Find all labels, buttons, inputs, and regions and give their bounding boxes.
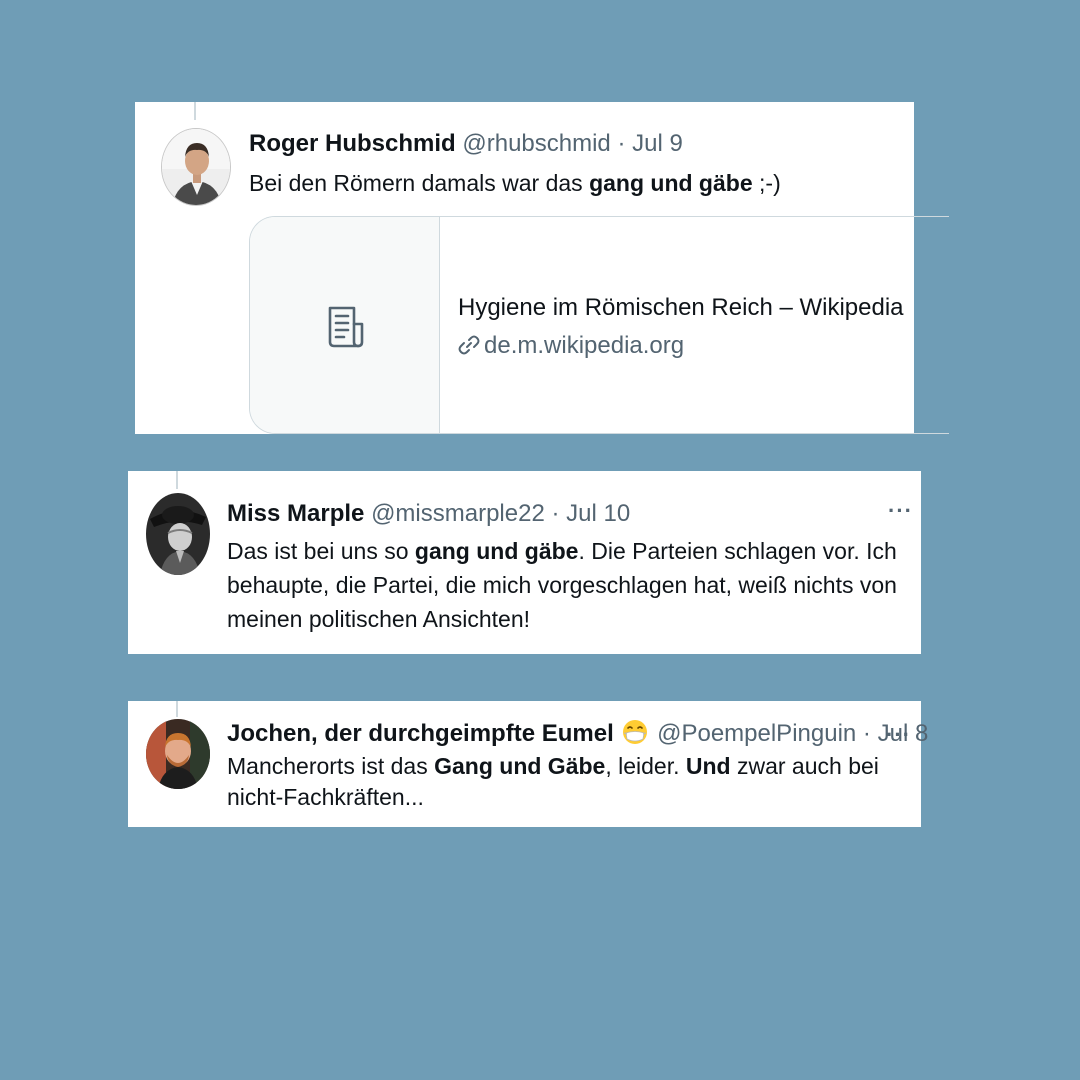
meta-separator: ·	[617, 130, 626, 157]
thread-line	[194, 102, 196, 120]
meta-separator: ·	[551, 500, 560, 527]
author-name[interactable]: Roger Hubschmid	[249, 130, 456, 157]
document-icon	[326, 305, 366, 354]
tweet-text-part: ;-)	[752, 170, 781, 196]
meta-separator: ·	[862, 720, 871, 747]
tweet-header: Roger Hubschmid @rhubschmid · Jul 9	[249, 129, 683, 159]
thread-line	[176, 471, 178, 489]
tweet-text-bold: Und	[685, 753, 731, 779]
author-name[interactable]: Miss Marple	[227, 500, 364, 527]
link-preview-card[interactable]: Hygiene im Römischen Reich – Wikipedia d…	[249, 216, 949, 434]
link-icon	[458, 334, 480, 364]
face-with-medical-mask-emoji-icon	[622, 719, 648, 753]
tweet-card-roger[interactable]: Roger Hubschmid @rhubschmid · Jul 9 Bei …	[135, 102, 949, 434]
author-handle[interactable]: @rhubschmid	[462, 130, 610, 157]
author-handle[interactable]: @PoempelPinguin	[657, 720, 856, 747]
tweet-header: Jochen, der durchgeimpfte Eumel @Poempel…	[227, 719, 928, 753]
tweet-date[interactable]: Jul 9	[632, 130, 683, 157]
tweet-text-bold: gang und gäbe	[589, 170, 753, 196]
tweet-text: Bei den Römern damals war das gang und g…	[249, 166, 889, 200]
tweet-card-jochen[interactable]: Jochen, der durchgeimpfte Eumel @Poempel…	[128, 701, 928, 827]
thread-line	[176, 701, 178, 717]
link-preview-title: Hygiene im Römischen Reich – Wikipedia	[458, 294, 904, 321]
link-preview-domain: de.m.wikipedia.org	[458, 331, 684, 364]
avatar[interactable]	[146, 493, 210, 575]
tweet-text-part: Bei den Römern damals war das	[249, 170, 590, 196]
link-preview-thumbnail	[250, 217, 440, 433]
author-name[interactable]: Jochen, der durchgeimpfte Eumel	[227, 720, 614, 747]
tweet-text-bold: Gang und Gäbe	[434, 753, 606, 779]
tweet-text-part: Mancherorts ist das	[227, 753, 435, 779]
avatar[interactable]	[161, 128, 231, 206]
tweet-card-miss-marple[interactable]: Miss Marple @missmarple22 · Jul 10 ··· D…	[128, 471, 921, 654]
tweet-text-part: , leider.	[605, 753, 686, 779]
tweet-text: Mancherorts ist das Gang und Gäbe, leide…	[227, 751, 907, 813]
more-options-icon[interactable]: ···	[888, 500, 913, 522]
tweet-header: Miss Marple @missmarple22 · Jul 10	[227, 499, 630, 529]
more-options-icon[interactable]: ···	[886, 724, 911, 746]
tweet-text-part: Das ist bei uns so	[227, 538, 415, 564]
link-preview-domain-text: de.m.wikipedia.org	[484, 332, 685, 359]
tweet-date[interactable]: Jul 10	[566, 500, 630, 527]
avatar[interactable]	[146, 719, 210, 789]
tweet-text-bold: gang und gäbe	[414, 538, 579, 564]
author-handle[interactable]: @missmarple22	[371, 500, 545, 527]
tweet-text: Das ist bei uns so gang und gäbe. Die Pa…	[227, 534, 917, 636]
